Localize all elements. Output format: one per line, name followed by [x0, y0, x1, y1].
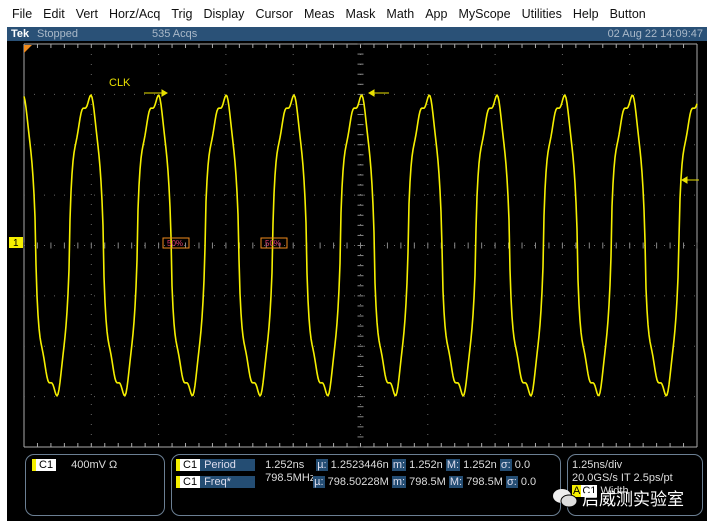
menu-file[interactable]: File [12, 7, 32, 21]
menu-app[interactable]: App [425, 7, 447, 21]
graticule: CLK 50% 50% 1 [9, 43, 699, 448]
svg-text:1: 1 [13, 238, 19, 249]
menu-bar: File Edit Vert Horz/Acq Trig Display Cur… [0, 0, 710, 27]
channel-panel[interactable]: C1 400mV Ω [25, 454, 165, 516]
sd-label: σ: [499, 459, 512, 471]
channel-tag: C1 [176, 476, 201, 488]
max-label: M: [445, 459, 461, 471]
measurement-panel[interactable]: C1 Period 1.252ns µ: 1.2523446n m: 1.252n… [171, 454, 561, 516]
mean-label: µ: [316, 459, 328, 471]
sample-rate: 20.0GS/s IT 2.5ps/pt [572, 472, 673, 484]
measurement-value: 1.252ns [265, 459, 305, 471]
acquisition-count: 535 Acqs [152, 28, 198, 40]
menu-meas[interactable]: Meas [304, 7, 335, 21]
menu-vert[interactable]: Vert [76, 7, 98, 21]
menu-math[interactable]: Math [386, 7, 414, 21]
max-value: 798.5M [466, 476, 503, 488]
menu-help[interactable]: Help [573, 7, 599, 21]
svg-text:50%: 50% [167, 239, 183, 248]
max-value: 1.252n [463, 459, 497, 471]
arrow-left-icon [368, 89, 389, 97]
menu-myscope[interactable]: MyScope [458, 7, 510, 21]
measurement-value: 798.5MHz [265, 472, 314, 484]
menu-edit[interactable]: Edit [43, 7, 65, 21]
menu-trig[interactable]: Trig [171, 7, 192, 21]
channel-tag[interactable]: C1 [32, 459, 57, 471]
waveform-display[interactable]: CLK 50% 50% 1 [7, 41, 707, 450]
horizontal-scale: 1.25ns/div [572, 459, 623, 471]
min-value: 798.5M [409, 476, 446, 488]
watermark: 启威测实验室 [552, 485, 684, 510]
mean-value: 1.2523446n [330, 459, 389, 471]
trigger-position-marker[interactable] [24, 45, 32, 53]
ref-level-right: 50% [260, 237, 288, 249]
wechat-icon [553, 488, 578, 507]
datetime: 02 Aug 22 14:09:47 [607, 28, 703, 40]
brand-label: Tek [11, 28, 30, 40]
measurement-name: Period [200, 459, 256, 471]
trace-label: CLK [109, 77, 131, 89]
min-value: 1.252n [409, 459, 443, 471]
sd-value: 0.0 [514, 459, 531, 471]
measurement-row[interactable]: C1 Freq* 798.5MHzµ: 798.50228M m: 798.5M … [176, 472, 536, 489]
menu-mask[interactable]: Mask [346, 7, 376, 21]
min-label: m: [391, 459, 407, 471]
status-bar: Tek Stopped 535 Acqs 02 Aug 22 14:09:47 [7, 27, 707, 41]
channel-tag: C1 [176, 459, 201, 471]
menu-display[interactable]: Display [203, 7, 244, 21]
measurement-name: Freq* [200, 476, 256, 488]
menu-cursor[interactable]: Cursor [255, 7, 293, 21]
menu-horz-acq[interactable]: Horz/Acq [109, 7, 160, 21]
trigger-level-arrow-icon [681, 176, 699, 184]
sd-label: σ: [505, 476, 518, 488]
sd-value: 0.0 [520, 476, 537, 488]
svg-text:50%: 50% [265, 239, 281, 248]
measurement-row[interactable]: C1 Period 1.252ns µ: 1.2523446n m: 1.252n… [176, 459, 530, 472]
menu-utilities[interactable]: Utilities [522, 7, 562, 21]
run-state[interactable]: Stopped [37, 27, 78, 41]
mean-label: µ: [313, 476, 325, 488]
vertical-scale: 400mV Ω [71, 459, 118, 471]
max-label: M: [448, 476, 464, 488]
menu-button[interactable]: Button [610, 7, 646, 21]
min-label: m: [391, 476, 407, 488]
watermark-text: 启威测实验室 [582, 490, 684, 509]
mean-value: 798.50228M [327, 476, 389, 488]
arrow-right-icon [144, 89, 168, 97]
